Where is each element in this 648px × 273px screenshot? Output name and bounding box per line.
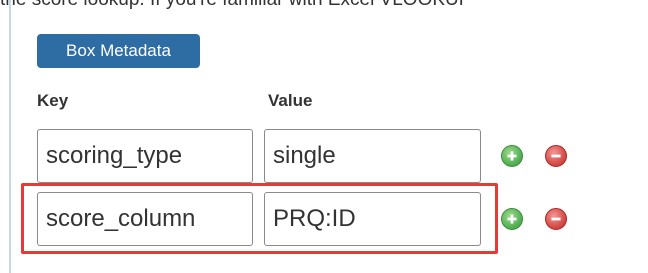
value-field[interactable]: single bbox=[264, 129, 481, 183]
add-row-button[interactable] bbox=[501, 208, 523, 230]
key-field[interactable]: scoring_type bbox=[37, 129, 253, 183]
value-field[interactable]: PRQ:ID bbox=[264, 192, 481, 246]
plus-circle-icon bbox=[507, 214, 517, 224]
remove-row-button[interactable] bbox=[545, 208, 567, 230]
minus-circle-icon bbox=[551, 217, 561, 221]
box-metadata-button[interactable]: Box Metadata bbox=[37, 34, 200, 68]
key-field[interactable]: score_column bbox=[37, 192, 253, 246]
plus-circle-icon bbox=[507, 151, 517, 161]
minus-circle-icon bbox=[551, 154, 561, 158]
add-row-button[interactable] bbox=[501, 145, 523, 167]
box-metadata-panel: the score lookup. If you're familiar wit… bbox=[0, 0, 648, 273]
value-column-header: Value bbox=[268, 91, 313, 110]
remove-row-button[interactable] bbox=[545, 145, 567, 167]
key-column-header: Key bbox=[37, 91, 69, 110]
section-rule bbox=[9, 0, 11, 273]
intro-text: the score lookup. If you're familiar wit… bbox=[0, 0, 648, 11]
